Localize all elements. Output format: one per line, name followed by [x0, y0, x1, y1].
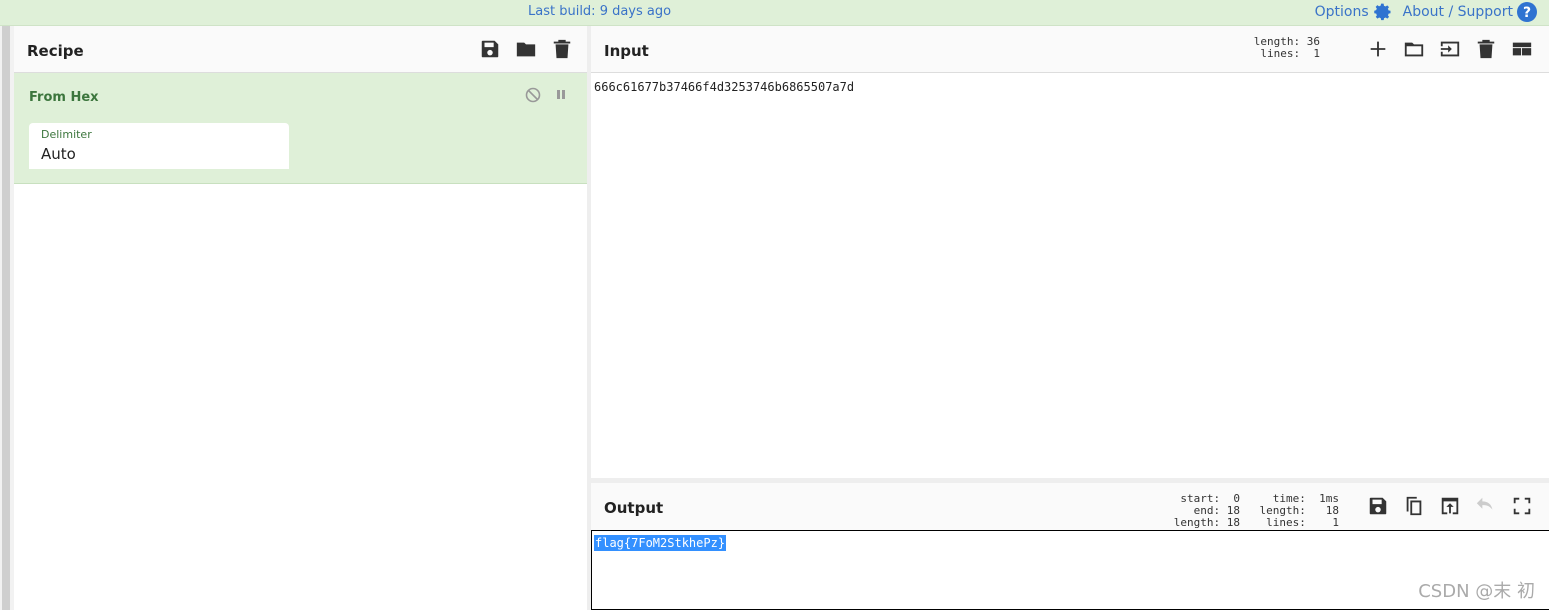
add-tab-icon[interactable]	[1367, 38, 1389, 60]
delimiter-value: Auto	[41, 145, 76, 163]
options-label: Options	[1314, 4, 1369, 20]
disable-icon[interactable]	[525, 87, 541, 103]
output-panel: Output start: 0 end: 18 length: 18 time:…	[591, 483, 1549, 610]
last-build-text: Last build: 9 days ago	[528, 4, 672, 19]
output-stats-right: time: 1ms length: 18 lines: 1	[1259, 492, 1339, 529]
trash-icon[interactable]	[551, 38, 573, 60]
gear-icon	[1373, 3, 1391, 21]
delimiter-field[interactable]: Delimiter Auto	[29, 123, 289, 169]
svg-text:?: ?	[1523, 5, 1531, 21]
input-title: Input	[604, 42, 649, 60]
open-file-icon[interactable]	[1439, 38, 1461, 60]
folder-icon[interactable]	[515, 38, 537, 60]
input-stats: length: 36 lines: 1	[1253, 35, 1320, 60]
recipe-title: Recipe	[27, 42, 84, 60]
recipe-panel: Recipe From Hex Delimiter Auto	[14, 26, 587, 610]
output-title: Output	[604, 499, 664, 517]
about-support-link[interactable]: About / Support ?	[1403, 2, 1537, 22]
options-link[interactable]: Options	[1315, 2, 1393, 22]
output-value: flag{7FoM2StkhePz}	[594, 535, 727, 551]
output-stats-left: start: 0 end: 18 length: 18	[1173, 492, 1240, 529]
pause-icon[interactable]	[555, 87, 567, 103]
watermark: CSDN @末 初	[1418, 581, 1535, 602]
maximise-icon[interactable]	[1511, 495, 1533, 517]
clear-input-icon[interactable]	[1475, 38, 1497, 60]
undo-icon[interactable]	[1475, 495, 1497, 517]
about-label: About / Support	[1402, 4, 1513, 20]
top-bar: Last build: 9 days ago Options About / S…	[0, 0, 1549, 26]
output-textarea[interactable]: flag{7FoM2StkhePz} CSDN @末 初	[591, 530, 1549, 610]
save-output-icon[interactable]	[1367, 495, 1389, 517]
input-panel: Input length: 36 lines: 1 666c61677b3746…	[591, 26, 1549, 478]
left-scrollbar[interactable]	[0, 26, 14, 610]
copy-icon[interactable]	[1403, 495, 1425, 517]
input-textarea[interactable]: 666c61677b37466f4d3253746b6865507a7d	[594, 80, 854, 94]
open-folder-icon[interactable]	[1403, 38, 1425, 60]
replace-input-icon[interactable]	[1439, 495, 1461, 517]
help-icon: ?	[1517, 2, 1537, 22]
operation-name: From Hex	[29, 90, 99, 105]
save-icon[interactable]	[479, 38, 501, 60]
delimiter-label: Delimiter	[41, 128, 92, 141]
layout-icon[interactable]	[1511, 38, 1533, 60]
operation-from-hex[interactable]: From Hex Delimiter Auto	[14, 73, 587, 184]
